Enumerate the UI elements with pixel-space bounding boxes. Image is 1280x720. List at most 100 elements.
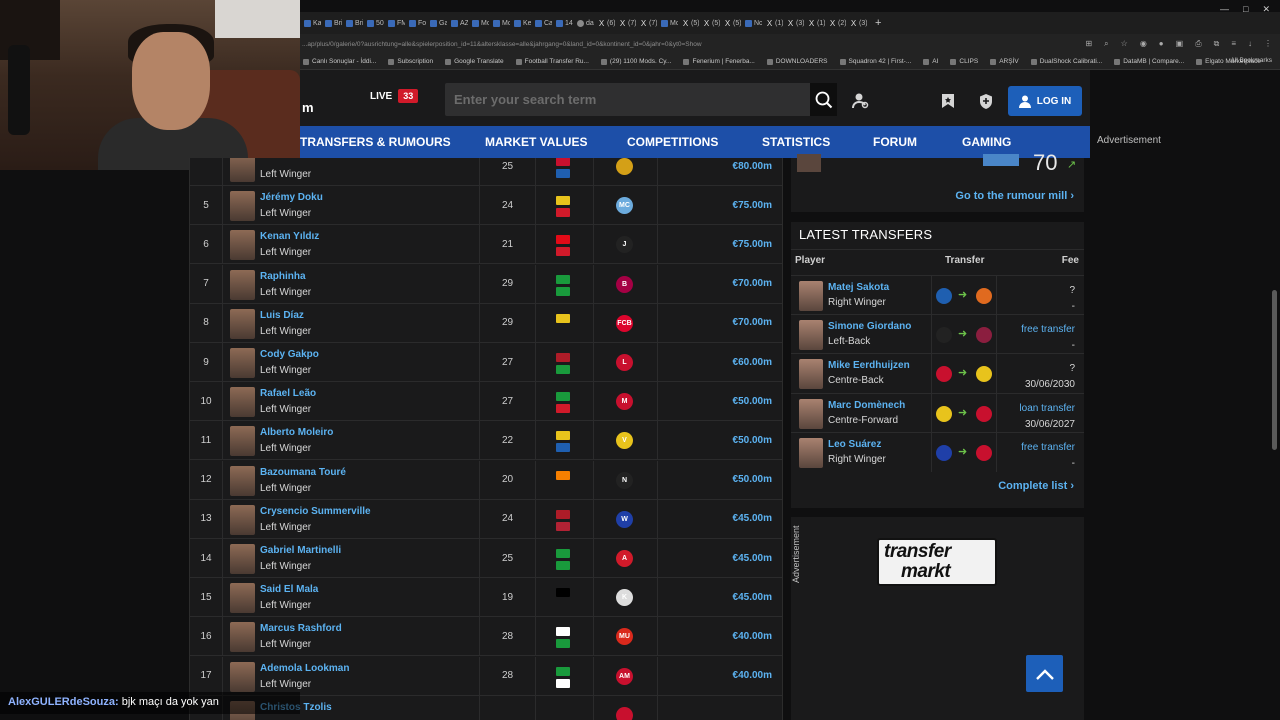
maximize-icon[interactable]: □ — [1243, 4, 1248, 15]
player-photo[interactable] — [230, 387, 255, 418]
bookmark-item[interactable]: AI — [923, 58, 938, 65]
bookmark-item[interactable]: ARŞİV — [990, 58, 1019, 65]
player-photo[interactable] — [230, 230, 255, 261]
nav-forum[interactable]: FORUM — [873, 135, 917, 149]
to-club-logo-icon[interactable] — [976, 444, 992, 461]
player-photo[interactable] — [230, 465, 255, 496]
extension-icon[interactable]: ● — [1159, 39, 1164, 49]
from-club-logo-icon[interactable] — [936, 444, 952, 461]
player-photo[interactable] — [799, 320, 823, 351]
market-value-link[interactable] — [662, 696, 772, 720]
browser-tab[interactable]: X (7) — [615, 14, 636, 32]
shield-icon[interactable] — [977, 92, 995, 110]
complete-list-link[interactable]: Complete list › — [998, 480, 1074, 492]
to-club-logo-icon[interactable] — [976, 327, 992, 344]
club-logo-icon[interactable] — [616, 158, 633, 175]
club-logo-icon[interactable] — [616, 706, 633, 720]
browser-tab[interactable]: Bri — [321, 14, 342, 32]
rumour-mill-link[interactable]: Go to the rumour mill › — [955, 190, 1074, 202]
player-photo[interactable] — [799, 281, 823, 311]
player-name-link[interactable]: Marc Domènech — [828, 400, 905, 411]
browser-tab[interactable]: Ka — [300, 14, 321, 32]
browser-tab[interactable]: Fo — [405, 14, 426, 32]
market-value-link[interactable]: €70.00m — [662, 265, 772, 303]
extension-icon[interactable]: ▣ — [1176, 39, 1184, 49]
club-logo-icon[interactable]: A — [616, 550, 633, 567]
club-logo-icon[interactable]: K — [616, 589, 633, 607]
bookmark-icon[interactable] — [939, 92, 957, 110]
player-name-link[interactable]: Crysencio Summerville — [260, 506, 371, 517]
club-logo-icon[interactable]: L — [616, 354, 633, 371]
bookmark-item[interactable]: Football Transfer Ru... — [515, 58, 589, 65]
fee-cell[interactable]: free transfer - — [1021, 440, 1075, 472]
player-photo[interactable] — [799, 437, 823, 468]
market-value-link[interactable]: €80.00m — [662, 158, 772, 185]
player-name-link[interactable]: Leo Suárez — [828, 439, 881, 450]
scroll-to-top-button[interactable] — [1026, 655, 1063, 692]
market-value-link[interactable]: €75.00m — [662, 225, 772, 263]
bookmark-item[interactable]: (29) 1100 Mods. Cy... — [600, 58, 671, 65]
from-club-logo-icon[interactable] — [936, 327, 952, 344]
browser-tab[interactable]: 50 — [363, 14, 384, 32]
new-tab-icon[interactable]: + — [875, 17, 881, 29]
market-value-link[interactable]: €45.00m — [662, 578, 772, 616]
bookmark-item[interactable]: Subscription — [388, 58, 433, 65]
player-photo[interactable] — [230, 661, 255, 692]
bookmark-item[interactable]: DOWNLOADERS — [766, 58, 828, 65]
browser-tab[interactable]: FM — [384, 14, 405, 32]
club-logo-icon[interactable]: MU — [616, 628, 633, 646]
browser-tab[interactable]: Gal — [426, 14, 447, 32]
browser-tab[interactable]: X (3) — [846, 14, 867, 32]
download-icon[interactable]: ↓ — [1248, 39, 1252, 49]
player-photo[interactable] — [230, 348, 255, 378]
player-photo[interactable] — [230, 583, 255, 614]
market-value-link[interactable]: €45.00m — [662, 500, 772, 538]
bookmark-item[interactable]: Squadron 42 | First-... — [839, 58, 911, 65]
player-name-link[interactable]: Jérémy Doku — [260, 192, 323, 203]
market-value-link[interactable]: €40.00m — [662, 657, 772, 695]
player-name-link[interactable]: Mike Eerdhuijzen — [828, 360, 910, 371]
browser-tab[interactable]: Mc — [468, 14, 489, 32]
browser-tab[interactable]: X (1) — [762, 14, 783, 32]
player-photo[interactable] — [230, 504, 255, 535]
player-photo[interactable] — [799, 398, 823, 429]
browser-tab[interactable]: X (5) — [720, 14, 741, 32]
nav-transfers-rumours[interactable]: TRANSFERS & RUMOURS — [300, 135, 451, 149]
club-logo-icon[interactable]: V — [616, 432, 633, 450]
to-club-logo-icon[interactable] — [976, 288, 992, 304]
bookmark-item[interactable]: Google Translate — [445, 58, 504, 65]
menu-icon[interactable]: ⋮ — [1264, 39, 1272, 49]
market-value-link[interactable]: €60.00m — [662, 343, 772, 381]
player-name-link[interactable]: Bazoumana Touré — [260, 467, 346, 478]
fee-cell[interactable]: ? 30/06/2030 — [1025, 361, 1075, 393]
transfermarkt-logo[interactable]: transfer markt — [877, 538, 997, 586]
club-logo-icon[interactable]: MC — [616, 197, 633, 215]
browser-tab[interactable]: da — [573, 14, 594, 32]
browser-tab[interactable]: Ca — [531, 14, 552, 32]
search-input[interactable] — [445, 83, 785, 116]
player-photo[interactable] — [230, 308, 255, 339]
player-photo[interactable] — [230, 426, 255, 457]
browser-tab[interactable]: No — [741, 14, 762, 32]
bookmark-item[interactable]: DataMB | Compare... — [1114, 58, 1184, 65]
player-name-link[interactable]: Raphinha — [260, 271, 306, 282]
player-name-link[interactable]: Kenan Yıldız — [260, 231, 319, 242]
player-photo[interactable] — [230, 544, 255, 574]
club-logo-icon[interactable]: M — [616, 393, 633, 411]
browser-tab[interactable]: X (2) — [825, 14, 846, 32]
extension-icon[interactable]: ◉ — [1140, 39, 1147, 49]
fee-cell[interactable]: ? - — [1069, 283, 1075, 315]
market-value-link[interactable]: €40.00m — [662, 617, 772, 655]
bookmark-item[interactable]: DualShock Calibrati... — [1030, 58, 1102, 65]
player-photo[interactable] — [799, 359, 823, 390]
player-photo[interactable] — [230, 191, 255, 222]
browser-tab[interactable]: X (7) — [636, 14, 657, 32]
browser-tab[interactable]: Ke — [510, 14, 531, 32]
player-photo[interactable] — [230, 622, 255, 653]
page-scrollbar[interactable] — [1272, 290, 1277, 450]
bookmark-item[interactable]: Canlı Sonuçlar - İddi... — [303, 58, 376, 65]
player-name-link[interactable]: Cody Gakpo — [260, 349, 319, 360]
puzzle-icon[interactable]: ⧉ — [1214, 39, 1220, 49]
player-name-link[interactable]: Alberto Moleiro — [260, 427, 333, 438]
close-icon[interactable]: ✕ — [1262, 4, 1270, 15]
